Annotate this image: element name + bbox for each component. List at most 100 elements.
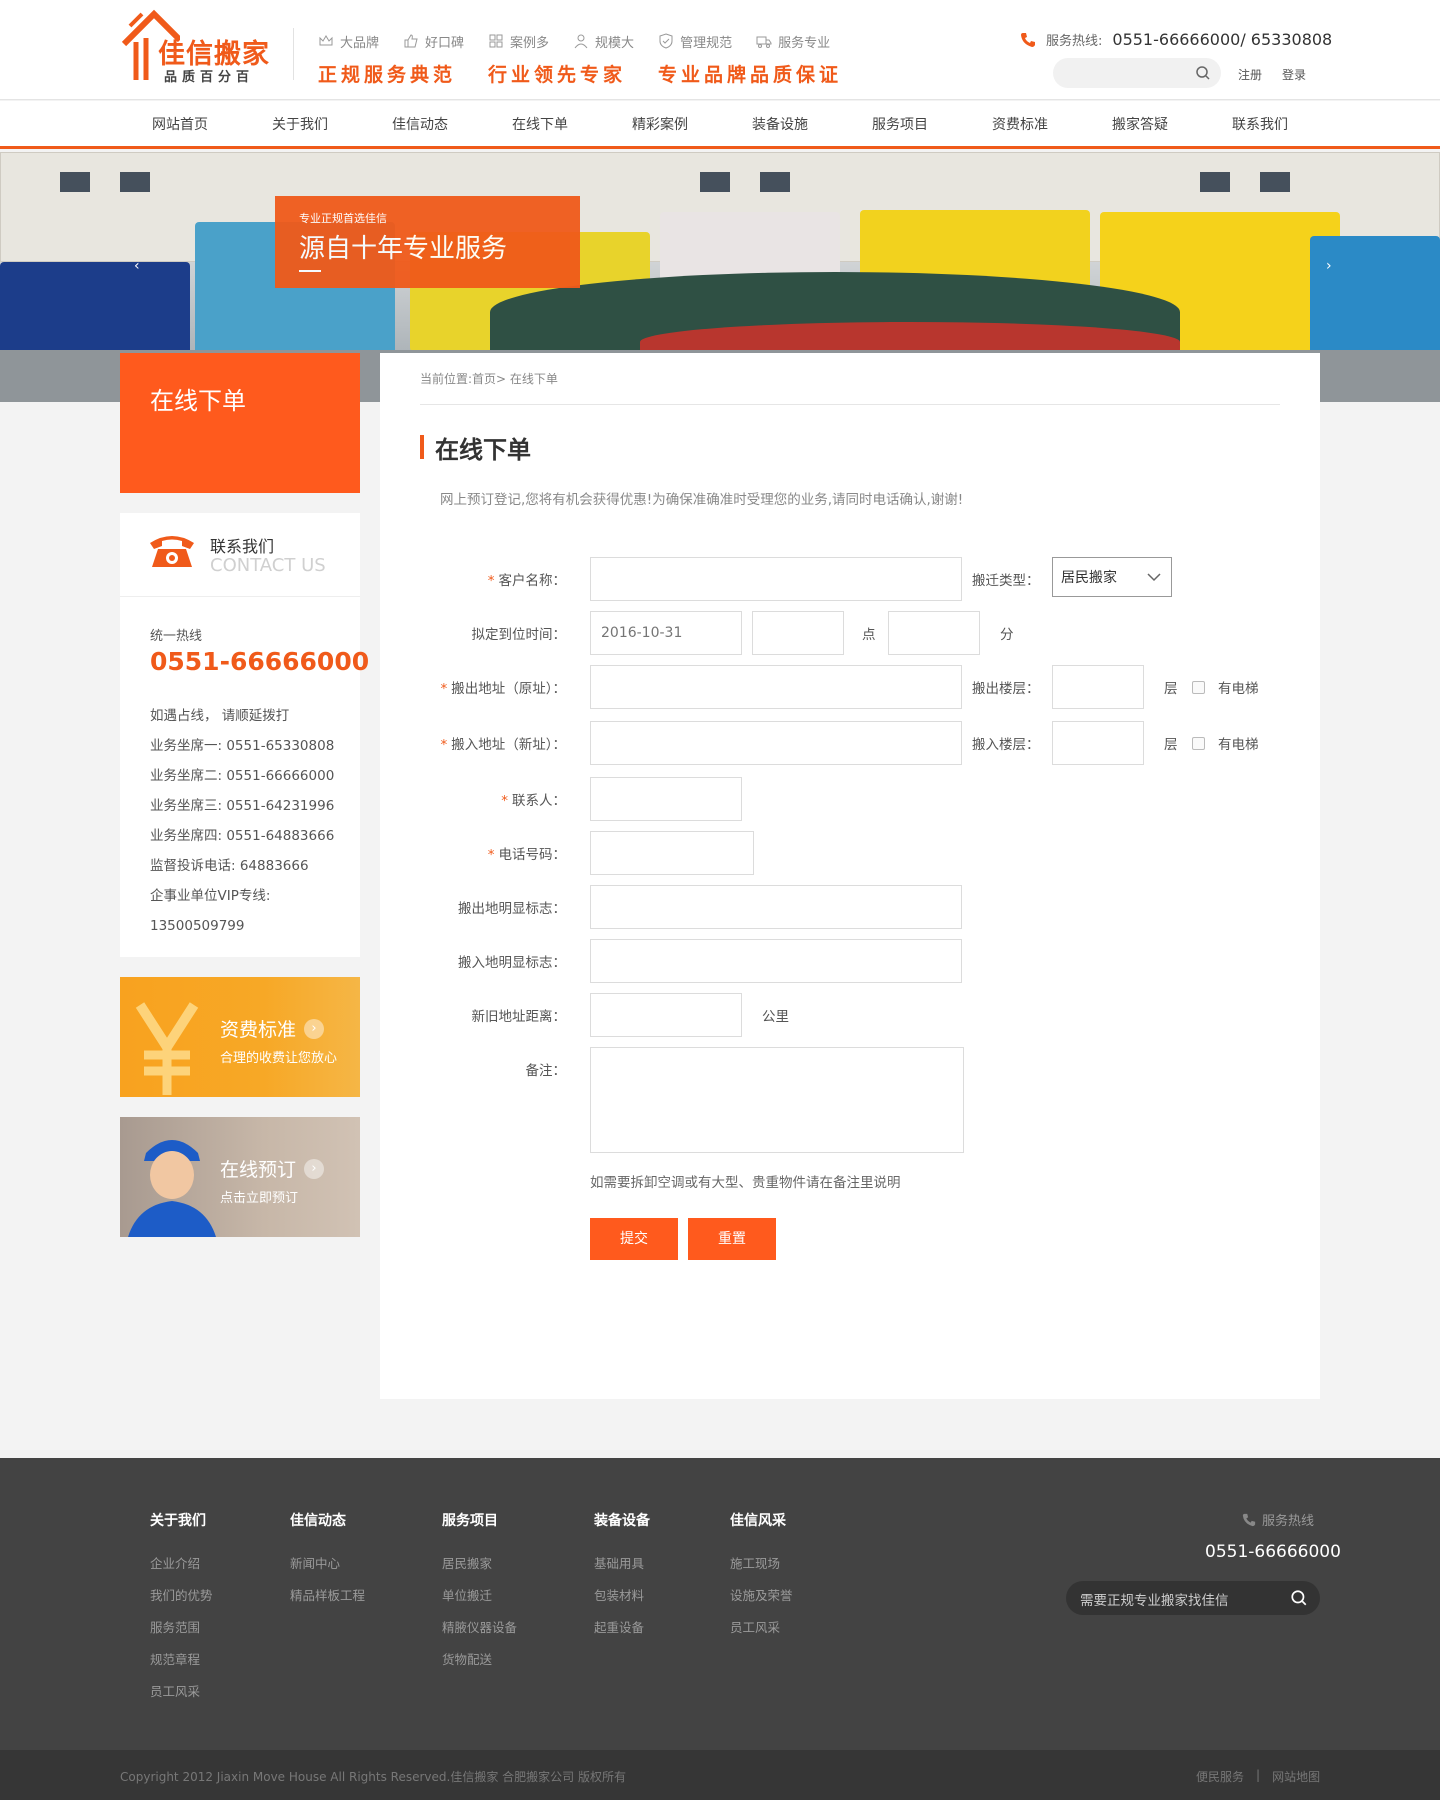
minute-unit: 分 xyxy=(1000,627,1014,643)
user-icon xyxy=(574,34,588,49)
feature-list: 大品牌 好口碑 案例多 规模大 管理规范 服务专业 xyxy=(318,30,830,52)
arrival-hour-input[interactable] xyxy=(752,611,844,655)
footer-link[interactable]: 企业介绍 xyxy=(150,1548,213,1580)
footer-link[interactable]: 精品样板工程 xyxy=(290,1580,365,1612)
contact-label: * 联系人： xyxy=(501,793,566,809)
from-elevator-checkbox[interactable] xyxy=(1192,681,1205,694)
to-mark-input[interactable] xyxy=(590,939,962,983)
chevron-down-icon xyxy=(1147,573,1161,582)
footer-link[interactable]: 我们的优势 xyxy=(150,1580,213,1612)
sidebar-hotline-number: 0551-66666000 xyxy=(150,647,370,676)
logo[interactable]: 佳信搬家 品质百分百 xyxy=(120,8,280,86)
floor-unit: 层 xyxy=(1164,681,1178,697)
header-search xyxy=(1053,58,1221,88)
footer-link[interactable]: 新闻中心 xyxy=(290,1548,365,1580)
copyright-text: Copyright 2012 Jiaxin Move House All Rig… xyxy=(120,1770,626,1784)
booking-promo[interactable]: 在线预订 › 点击立即预订 xyxy=(120,1117,360,1237)
nav-item-contact[interactable]: 联系我们 xyxy=(1232,101,1288,149)
arrival-minute-input[interactable] xyxy=(888,611,980,655)
nav-item-services[interactable]: 服务项目 xyxy=(872,101,928,149)
submit-button[interactable]: 提交 xyxy=(590,1218,678,1260)
footer-link[interactable]: 员工风采 xyxy=(730,1612,793,1644)
footer-link[interactable]: 货物配送 xyxy=(442,1644,517,1676)
nav-item-equipment[interactable]: 装备设施 xyxy=(752,101,808,149)
arrival-date-input[interactable] xyxy=(590,611,742,655)
slogan: 行业领先专家 xyxy=(488,64,627,86)
banner-caption: 专业正规首选佳信 源自十年专业服务 xyxy=(275,196,580,288)
search-input[interactable] xyxy=(1053,58,1183,88)
grid-icon xyxy=(489,34,503,48)
footer-link[interactable]: 服务范围 xyxy=(150,1612,213,1644)
from-floor-input[interactable] xyxy=(1052,665,1144,709)
search-icon[interactable] xyxy=(1195,65,1211,81)
sitemap-link[interactable]: 网站地图 xyxy=(1272,1768,1320,1785)
to-floor-input[interactable] xyxy=(1052,721,1144,765)
auth-links: 注册 登录 xyxy=(1238,66,1306,83)
register-link[interactable]: 注册 xyxy=(1238,66,1262,83)
footer-link[interactable]: 设施及荣誉 xyxy=(730,1580,793,1612)
promo-title: 在线预订 xyxy=(220,1159,297,1181)
nav-item-news[interactable]: 佳信动态 xyxy=(392,101,448,149)
customer-name-input[interactable] xyxy=(590,557,962,601)
site-footer: 关于我们 企业介绍 我们的优势 服务范围 规范章程 员工风采 佳信动态 新闻中心… xyxy=(0,1458,1440,1750)
contact-input[interactable] xyxy=(590,777,742,821)
footer-hotline-label: 服务热线 xyxy=(1242,1510,1314,1529)
sidebar-title: 在线下单 xyxy=(120,353,360,493)
login-link[interactable]: 登录 xyxy=(1282,66,1306,83)
contact-line: 13500509799 xyxy=(150,918,245,934)
reset-button[interactable]: 重置 xyxy=(688,1218,776,1260)
header-hotline: 服务热线: 0551-66666000/ 65330808 xyxy=(1020,30,1332,49)
footer-col-news: 佳信动态 新闻中心 精品样板工程 xyxy=(290,1510,365,1612)
slogan-list: 正规服务典范 行业领先专家 专业品牌品质保证 xyxy=(318,60,842,87)
footer-link[interactable]: 精腋仪器设备 xyxy=(442,1612,517,1644)
footer-link[interactable]: 单位搬迁 xyxy=(442,1580,517,1612)
from-mark-input[interactable] xyxy=(590,885,962,929)
contact-line: 业务坐席四: 0551-64883666 xyxy=(150,828,335,844)
telephone-icon xyxy=(150,536,194,567)
banner-next-button[interactable]: › xyxy=(1326,258,1332,274)
footer-col-about: 关于我们 企业介绍 我们的优势 服务范围 规范章程 员工风采 xyxy=(150,1510,213,1708)
to-elevator-checkbox[interactable] xyxy=(1192,737,1205,750)
remark-textarea[interactable] xyxy=(590,1047,964,1153)
nav-item-about[interactable]: 关于我们 xyxy=(272,101,328,149)
banner-underline xyxy=(299,270,321,272)
nav-item-cases[interactable]: 精彩案例 xyxy=(632,101,688,149)
main-nav: 网站首页 关于我们 佳信动态 在线下单 精彩案例 装备设施 服务项目 资费标准 … xyxy=(0,101,1440,149)
service-link[interactable]: 便民服务 xyxy=(1196,1768,1244,1785)
footer-col-equipment: 装备设备 基础用具 包装材料 起重设备 xyxy=(594,1510,650,1644)
sidebar-title-text: 在线下单 xyxy=(150,387,246,415)
footer-link[interactable]: 起重设备 xyxy=(594,1612,650,1644)
footer-link[interactable]: 包装材料 xyxy=(594,1580,650,1612)
footer-link[interactable]: 居民搬家 xyxy=(442,1548,517,1580)
yuan-icon xyxy=(135,1002,199,1095)
form-intro: 网上预订登记,您将有机会获得优惠!为确保准确准时受理您的业务,请同时电话确认,谢… xyxy=(440,492,964,508)
phone-input[interactable] xyxy=(590,831,754,875)
footer-link[interactable]: 基础用具 xyxy=(594,1548,650,1580)
from-address-input[interactable] xyxy=(590,665,962,709)
nav-item-faq[interactable]: 搬家答疑 xyxy=(1112,101,1168,149)
feature-item: 好口碑 xyxy=(403,30,464,52)
chevron-right-icon: › xyxy=(304,1019,324,1039)
move-type-select[interactable]: 居民搬家 xyxy=(1052,557,1172,597)
site-header: 佳信搬家 品质百分百 大品牌 好口碑 案例多 规模大 管理规范 服务专业 正规服… xyxy=(0,0,1440,100)
footer-link[interactable]: 规范章程 xyxy=(150,1644,213,1676)
distance-input[interactable] xyxy=(590,993,742,1037)
nav-item-home[interactable]: 网站首页 xyxy=(152,101,208,149)
pricing-promo[interactable]: 资费标准 › 合理的收费让您放心 xyxy=(120,977,360,1097)
promo-subtitle: 合理的收费让您放心 xyxy=(220,1051,338,1066)
contact-line: 业务坐席一: 0551-65330808 xyxy=(150,738,335,754)
banner-prev-button[interactable]: ‹ xyxy=(134,258,140,274)
nav-item-pricing[interactable]: 资费标准 xyxy=(992,101,1048,149)
to-address-input[interactable] xyxy=(590,721,962,765)
hour-unit: 点 xyxy=(862,627,876,643)
contact-lines: 如遇占线， 请顺延拨打 业务坐席一: 0551-65330808 业务坐席二: … xyxy=(150,701,334,941)
search-icon[interactable] xyxy=(1290,1589,1308,1607)
breadcrumb[interactable]: 当前位置:首页> 在线下单 xyxy=(420,370,558,387)
footer-link[interactable]: 员工风采 xyxy=(150,1676,213,1708)
footer-search[interactable]: 需要正规专业搬家找佳信 xyxy=(1066,1581,1320,1615)
footer-link[interactable]: 施工现场 xyxy=(730,1548,793,1580)
footer-col-services: 服务项目 居民搬家 单位搬迁 精腋仪器设备 货物配送 xyxy=(442,1510,517,1676)
truck-photo xyxy=(1310,236,1440,356)
nav-item-order[interactable]: 在线下单 xyxy=(512,101,568,149)
header-divider xyxy=(293,28,294,80)
